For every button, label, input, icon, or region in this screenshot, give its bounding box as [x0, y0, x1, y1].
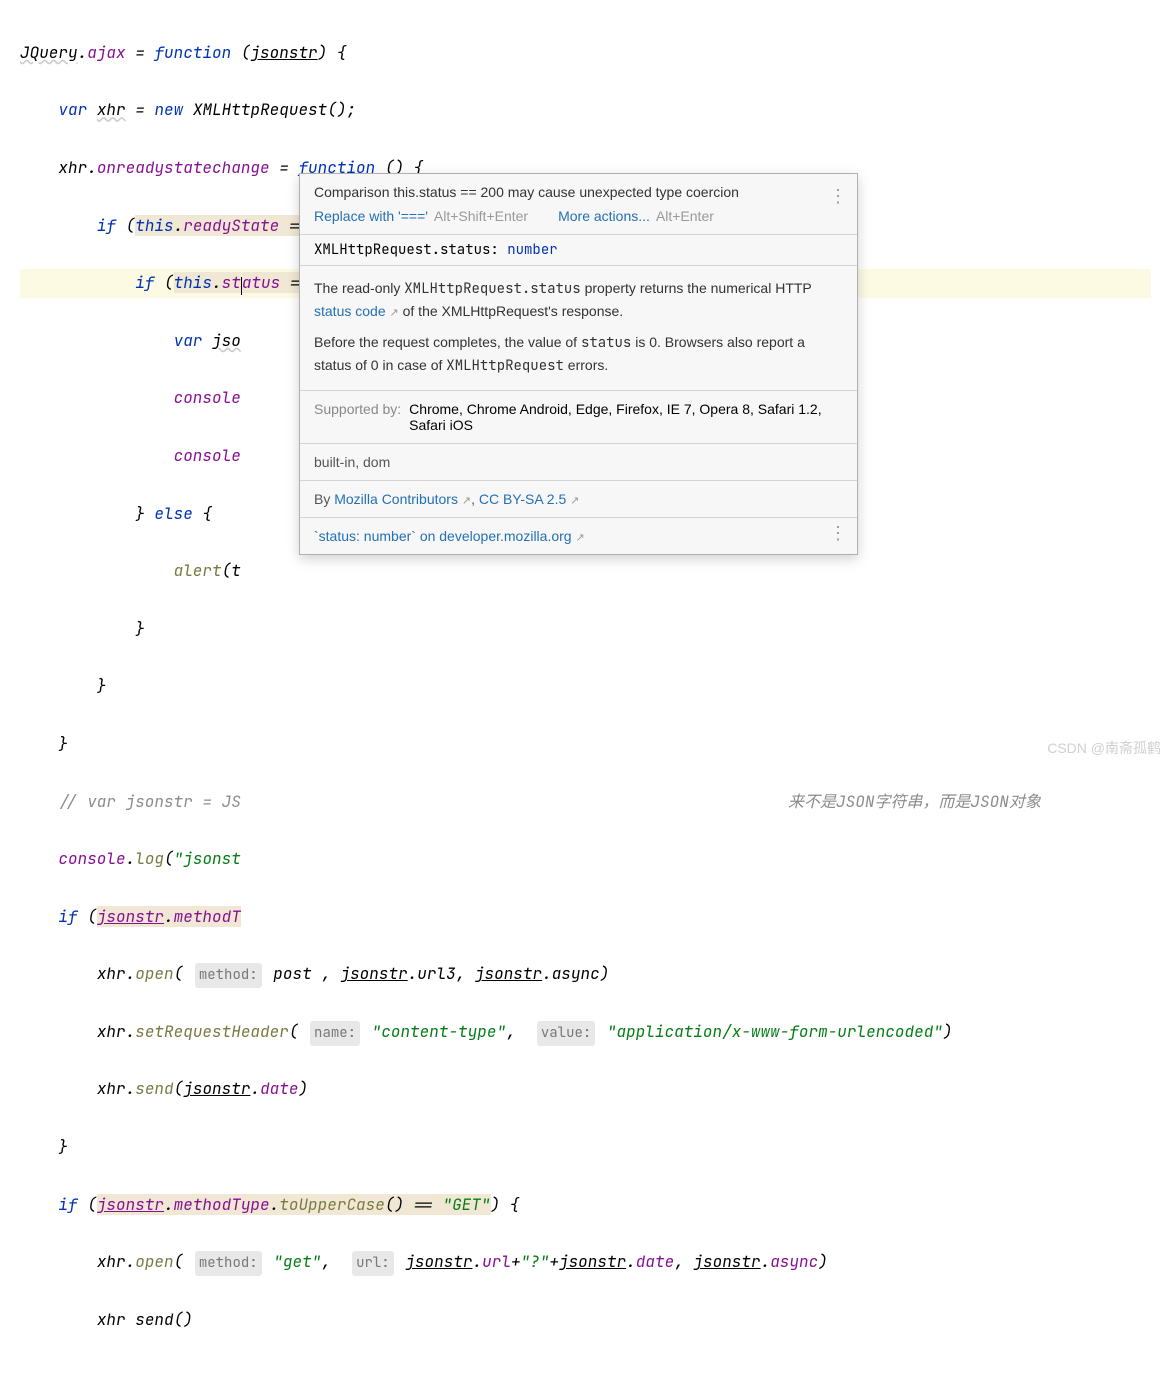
tooltip-documentation: The read-only XMLHttpRequest.status prop… [300, 266, 857, 391]
code-line[interactable]: var xhr = new XMLHttpRequest(); [20, 96, 1151, 125]
code-line[interactable]: alert(t [20, 557, 1151, 586]
code-line[interactable]: // var jsonstr = JSxxxxxxxxxxxxxxxxxxxxx… [20, 788, 1151, 817]
external-link-icon: ↗ [462, 495, 471, 507]
code-line[interactable]: } [20, 730, 1151, 759]
external-link-icon: ↗ [575, 532, 584, 544]
inspection-message: Comparison this.status == 200 may cause … [314, 184, 843, 200]
quickfix-replace-link[interactable]: Replace with '===' [314, 208, 428, 224]
more-actions-link[interactable]: More actions... [558, 208, 650, 224]
param-hint: url: [352, 1251, 394, 1276]
code-line[interactable]: JQuery.ajax = function (jsonstr) { [20, 39, 1151, 68]
code-line[interactable]: xhr.setRequestHeader( name: "content-typ… [20, 1018, 1151, 1047]
param-hint: value: [537, 1021, 595, 1046]
tooltip-signature: XMLHttpRequest.status: number [300, 235, 857, 266]
param-hint: method: [195, 963, 262, 988]
tooltip-footer: `status: number` on developer.mozilla.or… [300, 518, 857, 554]
tooltip-inspection-section: Comparison this.status == 200 may cause … [300, 174, 857, 235]
shortcut-label: Alt+Shift+Enter [434, 208, 528, 224]
param-hint: method: [195, 1251, 262, 1276]
code-line[interactable]: xhr.open( method: post , jsonstr.url3, j… [20, 960, 1151, 989]
mozilla-contributors-link[interactable]: Mozilla Contributors ↗ [334, 491, 471, 507]
code-line[interactable]: console.log("jsonst [20, 845, 1151, 874]
status-code-link[interactable]: status code ↗ [314, 303, 399, 319]
tooltip-attribution: By Mozilla Contributors ↗, CC BY-SA 2.5 … [300, 481, 857, 518]
param-hint: name: [310, 1021, 360, 1046]
tooltip-tags: built-in, dom [300, 444, 857, 481]
code-line[interactable]: xhr send() [20, 1306, 1151, 1335]
code-line[interactable]: } [20, 1133, 1151, 1162]
license-link[interactable]: CC BY-SA 2.5 ↗ [479, 491, 580, 507]
more-icon[interactable]: ⋮ [829, 186, 847, 207]
mdn-link[interactable]: `status: number` on developer.mozilla.or… [314, 528, 585, 544]
code-line[interactable]: if (jsonstr.methodT [20, 903, 1151, 932]
shortcut-label: Alt+Enter [656, 208, 714, 224]
watermark: CSDN @南斋孤鹤 [1047, 738, 1161, 758]
external-link-icon: ↗ [570, 495, 579, 507]
code-line[interactable]: xhr.send(jsonstr.date) [20, 1075, 1151, 1104]
external-link-icon: ↗ [390, 307, 399, 319]
code-line[interactable]: } [20, 615, 1151, 644]
code-line[interactable]: xhr.open( method: "get", url: jsonstr.ur… [20, 1248, 1151, 1277]
code-line[interactable]: } [20, 672, 1151, 701]
code-line[interactable]: if (jsonstr.methodType.toUpperCase() == … [20, 1191, 1151, 1220]
more-icon[interactable]: ⋮ [829, 523, 847, 544]
caret [241, 277, 242, 295]
inspection-tooltip: Comparison this.status == 200 may cause … [299, 173, 858, 555]
tooltip-support: Supported by: Chrome, Chrome Android, Ed… [300, 391, 857, 444]
